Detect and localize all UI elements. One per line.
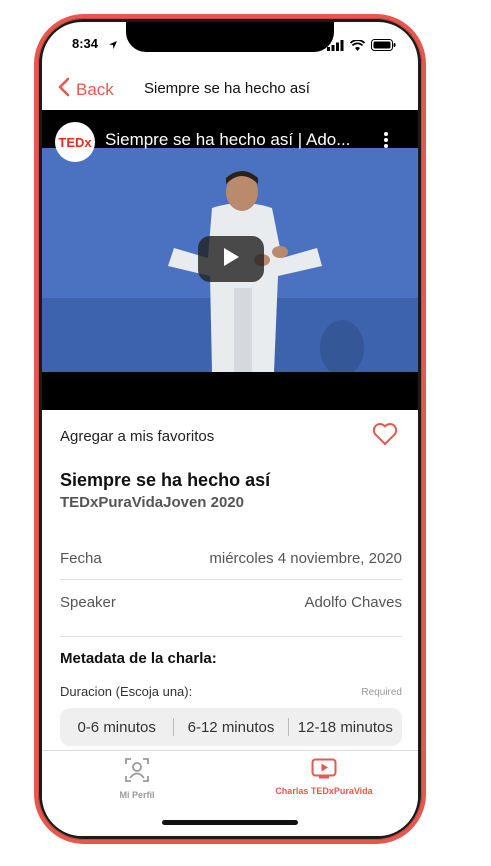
duration-option-0-6[interactable]: 0-6 minutos (60, 719, 173, 736)
page-title: Siempre se ha hecho así (144, 80, 310, 97)
status-time: 8:34 (72, 36, 99, 51)
play-icon (311, 758, 337, 783)
navigation-bar: Back Siempre se ha hecho así (42, 66, 418, 110)
speaker-row: Speaker Adolfo Chaves (60, 580, 402, 624)
duration-option-12-18[interactable]: 12-18 minutos (289, 719, 402, 736)
more-options-icon[interactable] (384, 132, 388, 153)
date-row: Fecha miércoles 4 noviembre, 2020 (60, 536, 402, 580)
metadata-title: Metadata de la charla: (60, 650, 217, 667)
wifi-icon (349, 38, 366, 56)
talk-title: Siempre se ha hecho así (60, 470, 271, 490)
back-button[interactable]: Back (58, 77, 114, 102)
video-player[interactable]: TEDx Siempre se ha hecho así | Ado... (42, 110, 418, 410)
favorites-label: Agregar a mis favoritos (60, 428, 215, 445)
tab-mi-perfil[interactable]: Mi Perfil (67, 757, 207, 800)
notch (126, 22, 334, 52)
app-screen: 8:34 Back Siempre se ha hecho así TEDx S… (42, 22, 418, 836)
date-key: Fecha (60, 550, 102, 567)
location-arrow-icon (108, 37, 118, 55)
chevron-left-icon (58, 77, 70, 102)
back-label: Back (76, 79, 114, 99)
heart-icon[interactable] (372, 422, 398, 451)
required-badge: Required (361, 687, 402, 698)
duration-selector[interactable]: 0-6 minutos 6-12 minutos 12-18 minutos (60, 708, 402, 746)
profile-icon (124, 758, 150, 787)
tab-label-charlas: Charlas TEDxPuraVida (275, 786, 373, 796)
date-value: miércoles 4 noviembre, 2020 (209, 550, 402, 567)
speaker-key: Speaker (60, 594, 116, 611)
status-icons (327, 38, 396, 56)
battery-icon (371, 38, 396, 56)
tedx-channel-logo[interactable]: TEDx (55, 122, 95, 162)
play-icon (222, 247, 240, 272)
duration-option-6-12[interactable]: 6-12 minutos (174, 719, 287, 736)
speaker-value: Adolfo Chaves (304, 594, 402, 611)
favorites-row[interactable]: Agregar a mis favoritos (60, 420, 400, 452)
divider (60, 636, 402, 637)
duration-label: Duracion (Escoja una): (60, 684, 193, 699)
talk-event: TEDxPuraVidaJoven 2020 (60, 494, 244, 511)
play-button[interactable] (198, 236, 264, 282)
tab-charlas[interactable]: Charlas TEDxPuraVida (254, 757, 394, 796)
tab-label-mi-perfil: Mi Perfil (119, 790, 155, 800)
home-indicator (162, 820, 298, 825)
video-title[interactable]: Siempre se ha hecho así | Ado... (105, 130, 350, 150)
